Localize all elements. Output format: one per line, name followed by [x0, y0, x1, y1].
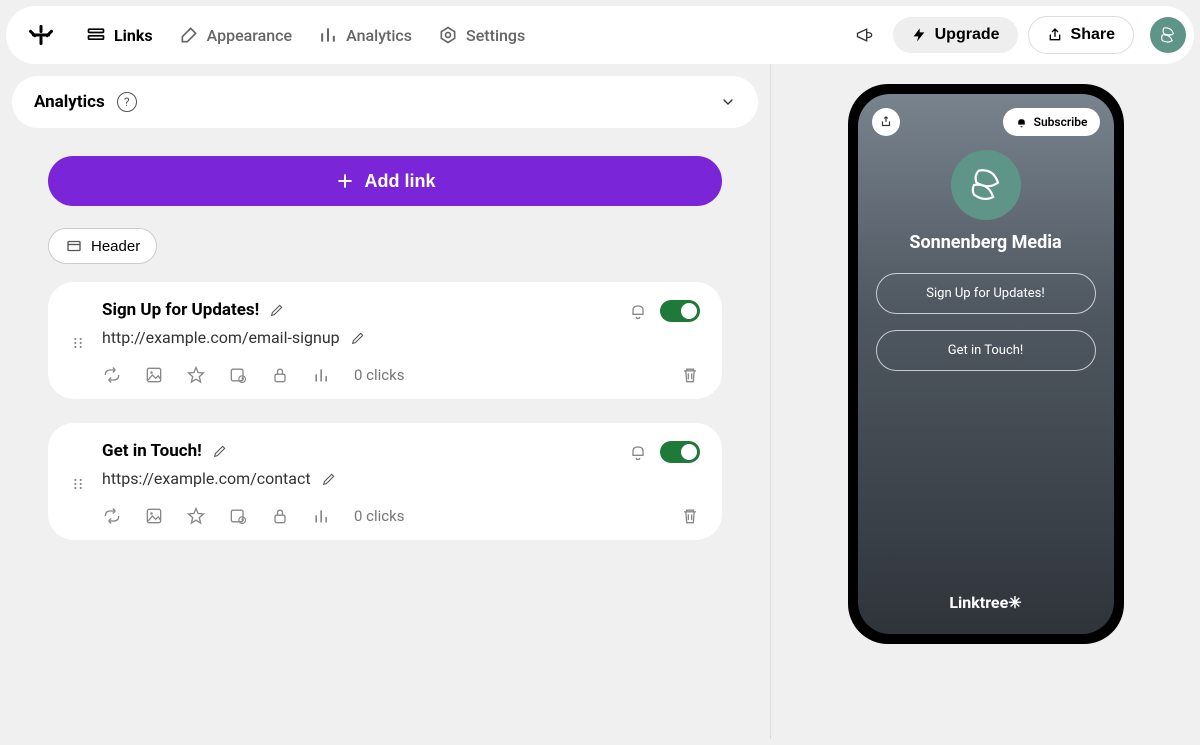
- star-icon[interactable]: [186, 365, 206, 385]
- link-url: https://example.com/contact: [102, 469, 311, 488]
- preview-share-button[interactable]: [872, 108, 900, 136]
- share-button[interactable]: Share: [1028, 16, 1134, 54]
- linktree-footer: Linktree✳: [858, 593, 1114, 612]
- schedule-icon[interactable]: [228, 365, 248, 385]
- edit-url-icon[interactable]: [350, 330, 366, 346]
- phone-frame: Subscribe Sonnenberg Media Sign Up for U…: [848, 84, 1124, 644]
- thumbnail-icon[interactable]: [144, 365, 164, 385]
- share-label: Share: [1071, 26, 1115, 44]
- preview-link-item[interactable]: Sign Up for Updates!: [876, 273, 1096, 314]
- avatar[interactable]: [1150, 17, 1186, 53]
- footer-brand: Linktree: [949, 593, 1008, 612]
- tab-analytics-label: Analytics: [346, 26, 412, 45]
- add-link-label: Add link: [365, 171, 436, 192]
- megaphone-icon: [855, 25, 875, 45]
- link-title: Sign Up for Updates!: [102, 300, 259, 320]
- thumbnail-icon[interactable]: [144, 506, 164, 526]
- phone-screen: Subscribe Sonnenberg Media Sign Up for U…: [858, 94, 1114, 634]
- schedule-icon[interactable]: [228, 506, 248, 526]
- edit-title-icon[interactable]: [212, 443, 228, 459]
- click-count: 0 clicks: [354, 507, 405, 525]
- upgrade-button[interactable]: Upgrade: [893, 17, 1018, 53]
- tab-appearance[interactable]: Appearance: [179, 25, 292, 45]
- header-icon: [65, 237, 83, 255]
- drag-handle[interactable]: [70, 300, 92, 385]
- avatar-leaf-icon: [962, 161, 1010, 209]
- lightning-icon: [911, 27, 927, 43]
- chevron-down-icon: [720, 94, 736, 110]
- bell-filled-icon: [1015, 116, 1028, 129]
- bell-icon[interactable]: [628, 442, 648, 462]
- header-label: Header: [91, 238, 140, 255]
- preview-profile-name: Sonnenberg Media: [909, 232, 1061, 253]
- preview-panel: Subscribe Sonnenberg Media Sign Up for U…: [770, 64, 1200, 739]
- upgrade-label: Upgrade: [935, 26, 1000, 44]
- link-cards: Sign Up for Updates! http://example.com/…: [0, 264, 770, 540]
- trash-icon[interactable]: [680, 365, 700, 385]
- tab-settings[interactable]: Settings: [438, 25, 525, 45]
- help-icon[interactable]: ?: [117, 92, 137, 112]
- link-url: http://example.com/email-signup: [102, 328, 340, 347]
- star-icon[interactable]: [186, 506, 206, 526]
- subscribe-button[interactable]: Subscribe: [1003, 108, 1100, 136]
- trash-icon[interactable]: [680, 506, 700, 526]
- tab-settings-label: Settings: [466, 26, 525, 45]
- nav-tabs: Links Appearance Analytics Settings: [86, 25, 525, 45]
- edit-url-icon[interactable]: [321, 471, 337, 487]
- chart-icon[interactable]: [312, 365, 332, 385]
- click-count: 0 clicks: [354, 366, 405, 384]
- bell-icon[interactable]: [628, 301, 648, 321]
- tab-links[interactable]: Links: [86, 25, 153, 45]
- settings-icon: [438, 25, 458, 45]
- top-nav: Links Appearance Analytics Settings Upgr…: [6, 6, 1194, 64]
- link-title: Get in Touch!: [102, 441, 202, 461]
- edit-title-icon[interactable]: [269, 302, 285, 318]
- preview-link-item[interactable]: Get in Touch!: [876, 330, 1096, 371]
- appearance-icon: [179, 25, 199, 45]
- analytics-title: Analytics: [34, 92, 105, 112]
- preview-avatar: [951, 150, 1021, 220]
- lock-icon[interactable]: [270, 365, 290, 385]
- analytics-panel[interactable]: Analytics ?: [12, 76, 758, 128]
- tab-links-label: Links: [114, 26, 153, 45]
- redirect-icon[interactable]: [102, 506, 122, 526]
- share-icon: [879, 115, 893, 129]
- main-area: Analytics ? Add link Header: [0, 64, 1200, 739]
- links-icon: [86, 25, 106, 45]
- tab-appearance-label: Appearance: [207, 26, 292, 45]
- subscribe-label: Subscribe: [1034, 115, 1088, 129]
- avatar-leaf-icon: [1154, 21, 1182, 49]
- footer-symbol: ✳: [1008, 593, 1021, 612]
- tab-analytics[interactable]: Analytics: [318, 25, 412, 45]
- enabled-toggle[interactable]: [660, 300, 700, 322]
- link-card: Sign Up for Updates! http://example.com/…: [48, 282, 722, 399]
- drag-icon: [70, 476, 86, 492]
- add-header-button[interactable]: Header: [48, 228, 157, 264]
- announcements-button[interactable]: [847, 17, 883, 53]
- plus-icon: [335, 171, 355, 191]
- redirect-icon[interactable]: [102, 365, 122, 385]
- link-card: Get in Touch! https://example.com/contac…: [48, 423, 722, 540]
- drag-icon: [70, 335, 86, 351]
- drag-handle[interactable]: [70, 441, 92, 526]
- lock-icon[interactable]: [270, 506, 290, 526]
- enabled-toggle[interactable]: [660, 441, 700, 463]
- left-panel: Analytics ? Add link Header: [0, 64, 770, 739]
- share-icon: [1047, 27, 1063, 43]
- add-link-button[interactable]: Add link: [48, 156, 722, 206]
- analytics-icon: [318, 25, 338, 45]
- chart-icon[interactable]: [312, 506, 332, 526]
- linktree-logo-icon: [28, 22, 54, 48]
